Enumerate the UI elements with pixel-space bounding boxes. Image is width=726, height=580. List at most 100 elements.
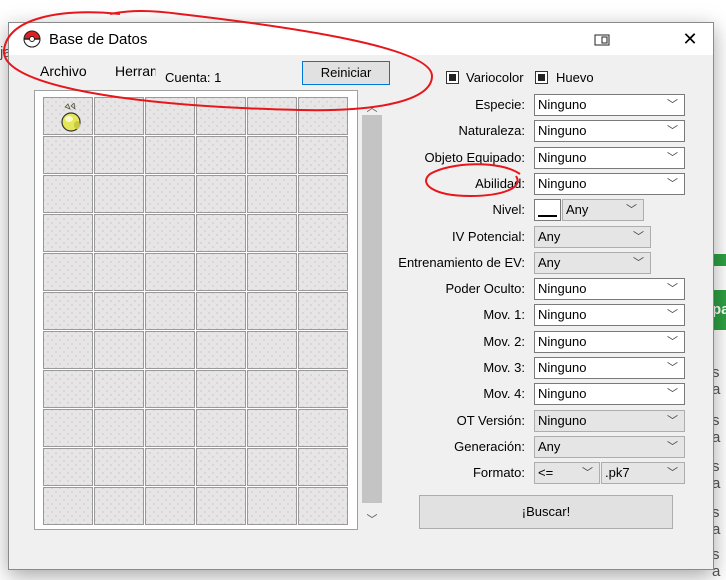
result-slot[interactable] [298,370,348,408]
move-3-select[interactable]: Ninguno ﹀ [534,357,685,379]
hidden-power-select-value: Ninguno [538,281,587,296]
ev-training-select[interactable]: Any ﹀ [534,252,651,274]
results-grid[interactable] [43,97,351,525]
result-slot[interactable] [94,331,144,369]
egg-icon[interactable] [57,103,85,135]
result-slot[interactable] [43,331,93,369]
move-4-select[interactable]: Ninguno ﹀ [534,383,685,405]
result-slot[interactable] [196,136,246,174]
menu-archivo[interactable]: Archivo [40,63,87,79]
ability-select[interactable]: Ninguno ﹀ [534,173,685,195]
generation-select[interactable]: Any ﹀ [534,436,685,458]
egg-checkbox[interactable] [535,71,548,84]
scroll-thumb[interactable] [362,115,382,503]
result-slot[interactable] [247,448,297,486]
close-button[interactable]: ✕ [667,23,713,55]
result-slot[interactable] [94,409,144,447]
format-compare-select[interactable]: <= ﹀ [534,462,600,484]
hidden-power-select[interactable]: Ninguno ﹀ [534,278,685,300]
result-slot[interactable] [43,253,93,291]
result-slot[interactable] [94,175,144,213]
result-slot[interactable] [196,448,246,486]
result-slot[interactable] [145,448,195,486]
restore-button[interactable] [579,23,625,55]
result-slot[interactable] [247,214,297,252]
result-slot[interactable] [298,409,348,447]
search-button[interactable]: ¡Buscar! [419,495,673,529]
result-slot[interactable] [247,487,297,525]
level-input[interactable] [534,199,561,221]
scroll-down-icon[interactable]: ﹀ [358,511,386,527]
result-slot[interactable] [247,370,297,408]
result-slot[interactable] [43,175,93,213]
nature-select-value: Ninguno [538,123,587,138]
iv-potential-select[interactable]: Any ﹀ [534,226,651,248]
result-slot[interactable] [145,409,195,447]
format-type-select[interactable]: .pk7 ﹀ [601,462,685,484]
result-slot[interactable] [196,253,246,291]
result-slot[interactable] [43,292,93,330]
result-slot[interactable] [145,487,195,525]
result-slot[interactable] [94,370,144,408]
result-slot[interactable] [298,253,348,291]
result-slot[interactable] [94,487,144,525]
result-slot[interactable] [298,331,348,369]
result-slot[interactable] [196,97,246,135]
result-slot[interactable] [247,292,297,330]
held-item-select[interactable]: Ninguno ﹀ [534,147,685,169]
move-2-select[interactable]: Ninguno ﹀ [534,331,685,353]
result-slot[interactable] [43,487,93,525]
result-slot[interactable] [94,214,144,252]
result-slot[interactable] [196,175,246,213]
result-slot[interactable] [298,448,348,486]
reset-button[interactable]: Reiniciar [302,61,390,85]
move-2-select-value: Ninguno [538,334,587,349]
result-slot[interactable] [247,253,297,291]
result-slot[interactable] [196,292,246,330]
result-slot[interactable] [43,409,93,447]
result-slot[interactable] [94,253,144,291]
result-slot[interactable] [145,97,195,135]
result-slot[interactable] [298,487,348,525]
species-select[interactable]: Ninguno ﹀ [534,94,685,116]
result-slot[interactable] [94,448,144,486]
result-slot[interactable] [298,214,348,252]
result-slot[interactable] [298,292,348,330]
result-slot[interactable] [43,214,93,252]
result-slot[interactable] [94,292,144,330]
result-slot[interactable] [43,448,93,486]
result-slot[interactable] [43,370,93,408]
result-slot[interactable] [247,136,297,174]
result-slot[interactable] [196,370,246,408]
result-slot[interactable] [94,97,144,135]
result-slot[interactable] [196,409,246,447]
result-slot[interactable] [196,331,246,369]
result-slot[interactable] [145,253,195,291]
result-slot[interactable] [247,97,297,135]
result-slot[interactable] [247,331,297,369]
result-slot[interactable] [196,487,246,525]
result-slot[interactable] [247,409,297,447]
move-1-select[interactable]: Ninguno ﹀ [534,304,685,326]
level-compare-select[interactable]: Any ﹀ [562,199,644,221]
nature-select[interactable]: Ninguno ﹀ [534,120,685,142]
result-slot[interactable] [145,331,195,369]
result-slot[interactable] [196,214,246,252]
result-slot[interactable] [298,136,348,174]
result-slot[interactable] [43,136,93,174]
chevron-down-icon: ﹀ [667,283,678,295]
result-slot[interactable] [145,136,195,174]
result-slot[interactable] [145,175,195,213]
result-slot[interactable] [94,136,144,174]
ot-version-select[interactable]: Ninguno ﹀ [534,410,685,432]
result-slot[interactable] [145,370,195,408]
result-slot[interactable] [247,175,297,213]
shiny-checkbox[interactable] [446,71,459,84]
result-slot[interactable] [145,214,195,252]
held-item-select-value: Ninguno [538,150,587,165]
result-slot[interactable] [145,292,195,330]
result-slot[interactable] [298,97,348,135]
scroll-up-icon[interactable]: ︿ [358,99,386,115]
result-slot[interactable] [298,175,348,213]
results-scrollbar[interactable]: ︿ ﹀ [358,97,386,529]
